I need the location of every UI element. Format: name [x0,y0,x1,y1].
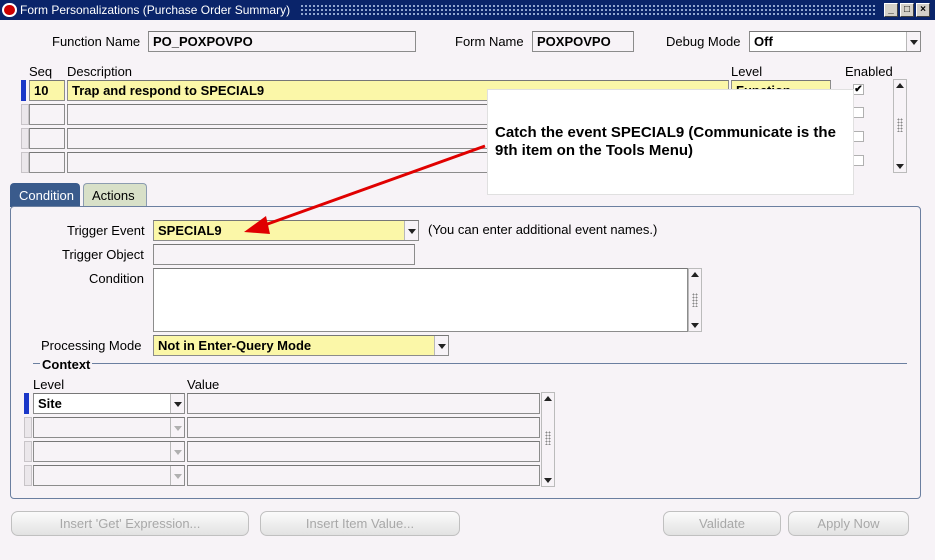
arrow-head [244,216,270,234]
annotation-arrow [244,144,486,234]
arrow-shaft [261,144,486,228]
